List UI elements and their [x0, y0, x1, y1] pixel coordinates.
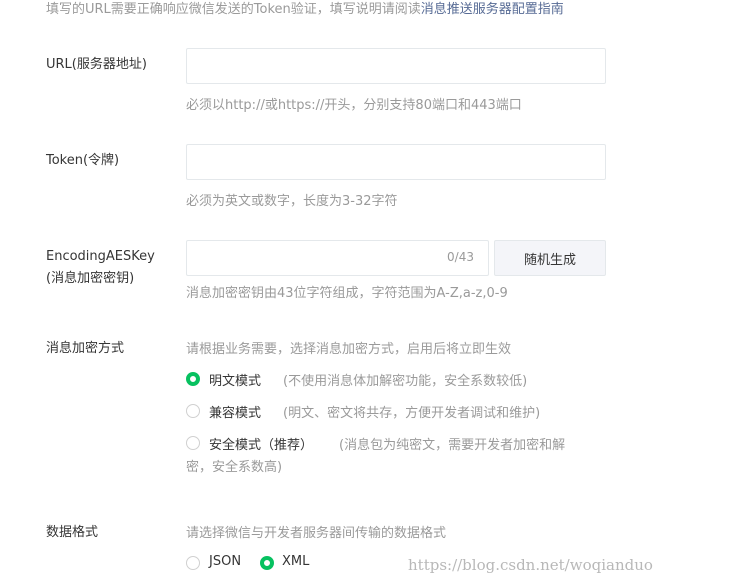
intro-description: 填写的URL需要正确响应微信发送的Token验证，填写说明请阅读	[46, 2, 421, 17]
xml-label: XML	[282, 554, 310, 569]
secure-mode-label: 安全模式（推荐）	[209, 438, 314, 453]
radio-unchecked-icon[interactable]	[186, 436, 200, 450]
aeskey-counter: 0/43	[447, 250, 474, 264]
encryption-hint: 请根据业务需要，选择消息加密方式，启用后将立即生效	[186, 342, 512, 357]
secure-mode-desc-line1: (消息包为纯密文，需要开发者加密和解	[339, 438, 566, 453]
radio-checked-icon[interactable]	[186, 372, 200, 386]
url-hint: 必须以http://或https://开头，分别支持80端口和443端口	[186, 98, 522, 113]
compatible-mode-desc: (明文、密文将共存，方便开发者调试和维护)	[283, 406, 541, 421]
radio-unchecked-icon[interactable]	[186, 404, 200, 418]
plaintext-mode-label: 明文模式	[209, 374, 262, 389]
secure-mode-desc-line2: 密，安全系数高)	[186, 460, 283, 475]
plaintext-mode-desc: (不使用消息体加解密功能，安全系数较低)	[283, 374, 528, 389]
aeskey-label: EncodingAESKey (消息加密密钥)	[46, 246, 155, 290]
config-guide-link[interactable]: 消息推送服务器配置指南	[421, 2, 564, 17]
watermark: https://blog.csdn.net/woqianduo	[408, 556, 653, 574]
json-label: JSON	[209, 554, 242, 569]
aeskey-input[interactable]: 0/43	[186, 240, 489, 276]
intro-text: 填写的URL需要正确响应微信发送的Token验证，填写说明请阅读消息推送服务器配…	[46, 0, 564, 17]
token-label: Token(令牌)	[46, 153, 120, 168]
token-hint: 必须为英文或数字，长度为3-32字符	[186, 194, 398, 209]
aeskey-hint: 消息加密密钥由43位字符组成，字符范围为A-Z,a-z,0-9	[186, 286, 508, 301]
url-input[interactable]	[186, 48, 606, 84]
aeskey-label-line1: EncodingAESKey	[46, 249, 155, 264]
format-label: 数据格式	[46, 525, 99, 540]
random-generate-button[interactable]: 随机生成	[494, 240, 606, 276]
compatible-mode-label: 兼容模式	[209, 406, 262, 421]
url-label: URL(服务器地址)	[46, 57, 147, 72]
encryption-label: 消息加密方式	[46, 341, 125, 356]
format-hint: 请选择微信与开发者服务器间传输的数据格式	[186, 526, 447, 541]
radio-unchecked-icon[interactable]	[186, 556, 200, 570]
aeskey-label-line2: (消息加密密钥)	[46, 271, 135, 286]
radio-checked-icon[interactable]	[260, 556, 274, 570]
token-input[interactable]	[186, 144, 606, 180]
